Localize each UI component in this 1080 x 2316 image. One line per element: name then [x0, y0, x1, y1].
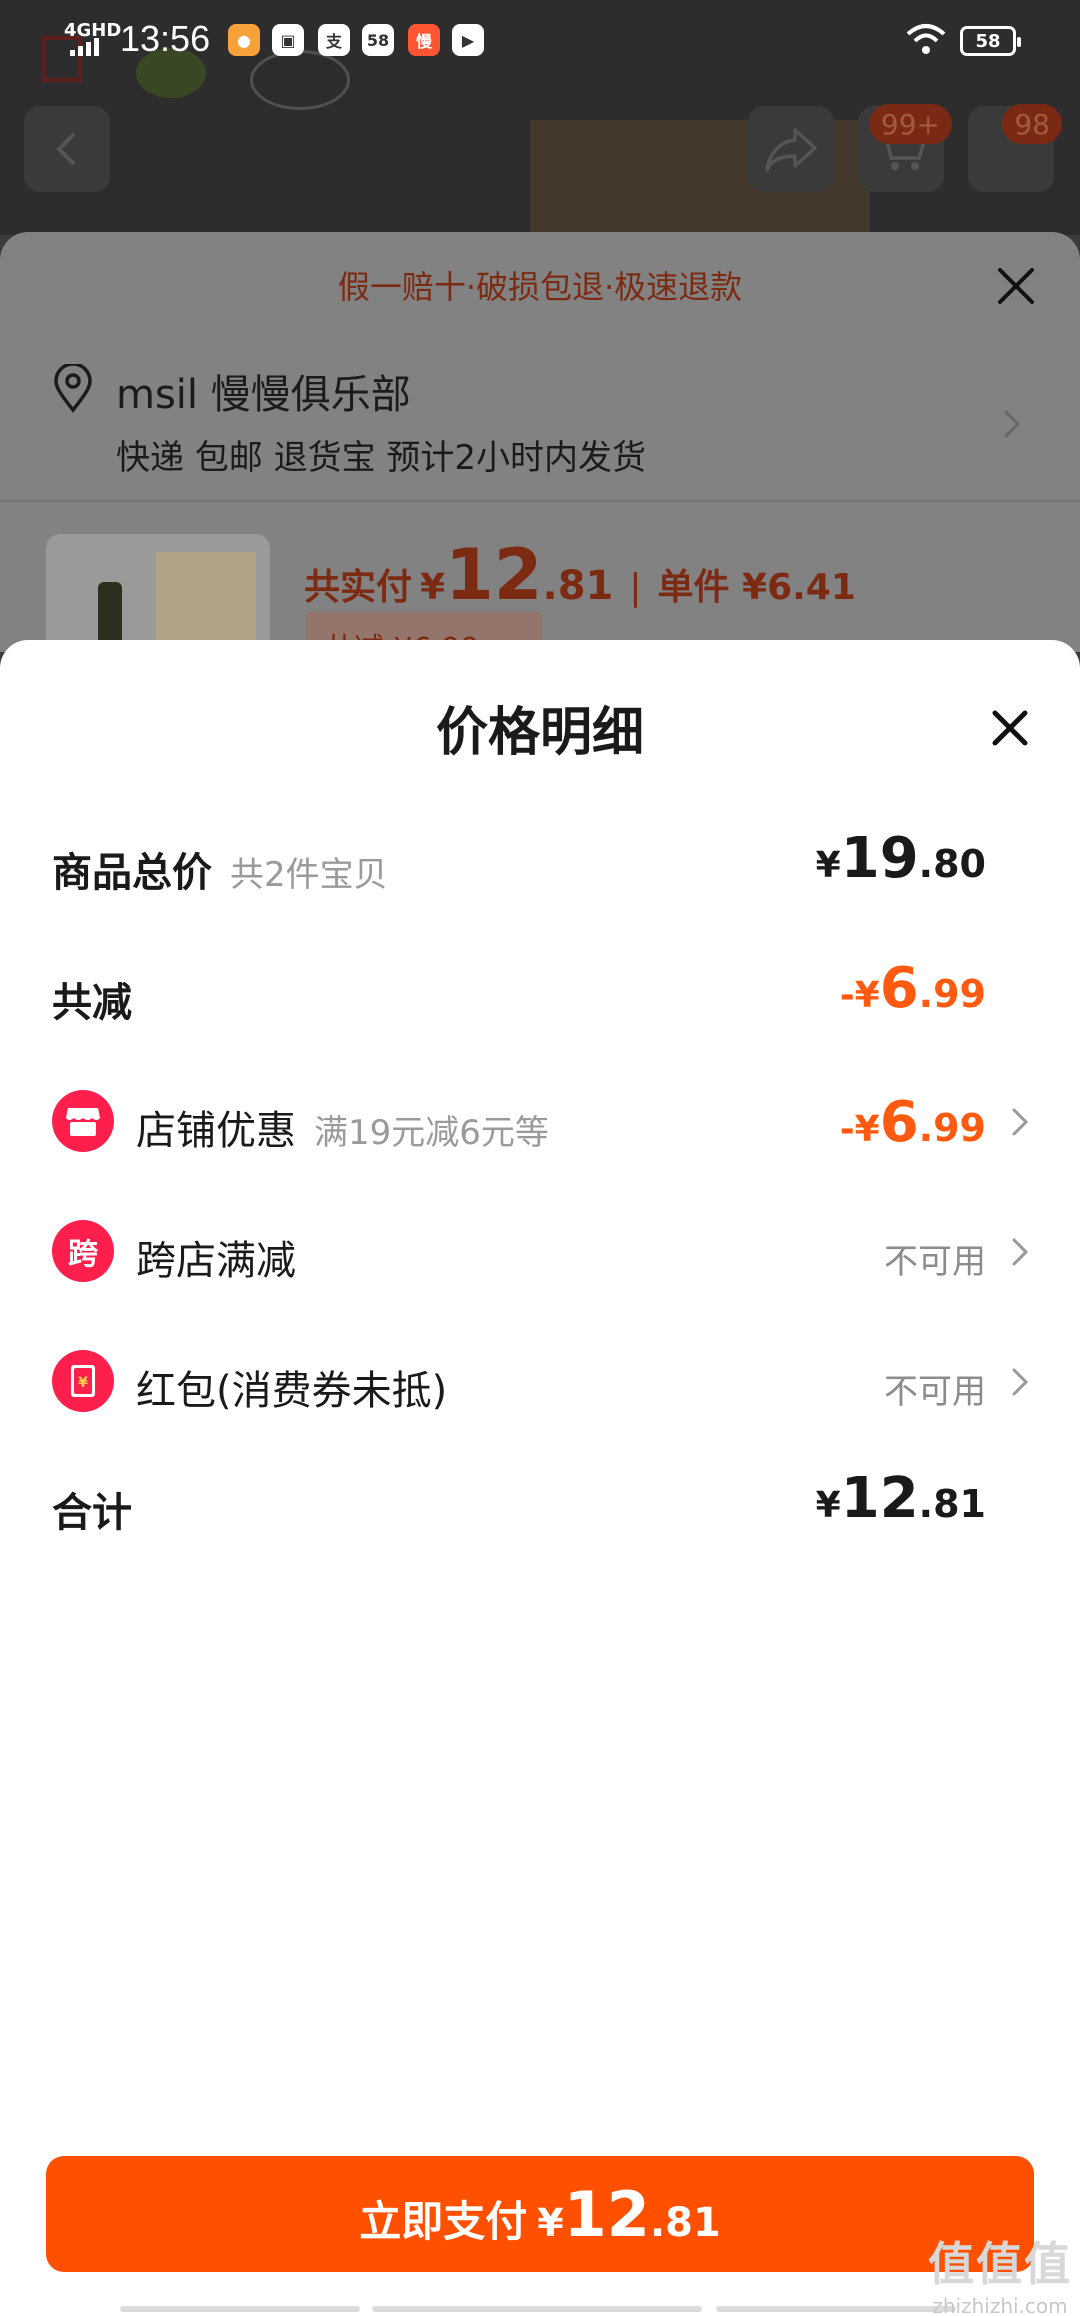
divider: [0, 500, 1080, 502]
pay-now-label: 立即支付: [359, 2197, 528, 2246]
cross-store-row[interactable]: 跨 跨店满减 不可用: [0, 1220, 1080, 1300]
total-reduction-row: 共减 -¥ 6 .99: [0, 956, 1080, 1036]
site-watermark: 值值值 zhizhizhi.com: [928, 2237, 1072, 2316]
alipay-icon: 支: [318, 24, 350, 56]
wifi-icon: [906, 24, 946, 54]
shop-promo-label: 店铺优惠 满19元减6元等: [136, 1108, 549, 1154]
more-button[interactable]: 98: [968, 104, 1062, 192]
shop-promo-row[interactable]: 店铺优惠 满19元减6元等 -¥ 6 .99: [0, 1090, 1080, 1170]
app-manman-icon: 慢: [408, 24, 440, 56]
sheet-title: 价格明细: [435, 703, 644, 763]
goods-total-row: 商品总价 共2件宝贝 ¥ 19 .80: [0, 826, 1080, 906]
chevron-right-icon[interactable]: [1000, 406, 1024, 442]
clock: 13:56: [120, 18, 211, 59]
cart-count-badge: 99+: [868, 104, 952, 144]
bottom-indicator: [0, 2300, 1080, 2316]
shop-promo-rule: 满19元减6元等: [314, 1113, 549, 1153]
close-button[interactable]: [984, 702, 1036, 754]
delivery-info: 快递 包邮 退货宝 预计2小时内发货: [116, 438, 647, 478]
shop-promo-amount: -¥ 6 .99: [839, 1090, 986, 1155]
app-58-icon: 58: [362, 24, 394, 56]
grand-total-amount: ¥ 12 .81: [815, 1466, 986, 1531]
share-button[interactable]: [748, 106, 834, 192]
grand-total-label: 合计: [52, 1490, 132, 1536]
payable-summary: 共实付 ¥ 12 .81 | 单件 ¥6.41: [304, 534, 856, 616]
message-count-badge: 98: [1002, 104, 1062, 144]
location-pin-icon: [54, 364, 92, 413]
chevron-right-icon: [1012, 1368, 1029, 1396]
red-packet-icon: ¥: [52, 1350, 114, 1412]
back-button[interactable]: [24, 106, 110, 192]
cross-store-icon: 跨: [52, 1220, 114, 1282]
svg-text:¥: ¥: [78, 1375, 88, 1391]
close-icon[interactable]: [992, 262, 1040, 310]
share-icon: [765, 128, 817, 172]
cart-button[interactable]: 99+: [858, 104, 952, 192]
cross-store-status: 不可用: [884, 1242, 986, 1282]
cross-store-label: 跨店满减: [136, 1238, 296, 1284]
red-packet-label: 红包(消费券未抵): [136, 1368, 448, 1414]
signal-icon: [70, 38, 110, 56]
price-detail-sheet: 价格明细 商品总价 共2件宝贝 ¥ 19 .80 共减 -¥ 6 .99 店铺优…: [0, 640, 1080, 2316]
red-packet-row[interactable]: ¥ 红包(消费券未抵) 不可用: [0, 1350, 1080, 1430]
address-receiver[interactable]: msil 慢慢俱乐部: [116, 362, 411, 420]
item-count: 共2件宝贝: [230, 855, 388, 895]
close-icon: [992, 710, 1028, 746]
goods-total-amount: ¥ 19 .80: [815, 826, 986, 891]
chevron-left-icon: [56, 133, 75, 165]
total-reduction-amount: -¥ 6 .99: [839, 956, 986, 1021]
pay-now-button[interactable]: 立即支付 ¥ 12 .81: [46, 2156, 1034, 2272]
grand-total-row: 合计 ¥ 12 .81: [0, 1466, 1080, 1546]
chevron-right-icon: [1012, 1238, 1029, 1266]
app-game-icon: ●: [228, 24, 260, 56]
goods-total-label: 商品总价 共2件宝贝: [52, 850, 388, 896]
app-play-icon: ▶: [452, 24, 484, 56]
red-packet-status: 不可用: [884, 1372, 986, 1412]
battery-icon: 58: [960, 26, 1021, 56]
guarantee-banner: 假一赔十·破损包退·极速退款: [337, 268, 743, 306]
chevron-right-icon: [1012, 1108, 1029, 1136]
app-bili-icon: ▣: [272, 24, 304, 56]
status-bar: 4GHD 13:56 ● ▣ 支 58 慢 ▶ 58: [0, 0, 1080, 84]
shop-icon: [52, 1090, 114, 1152]
total-reduction-label: 共减: [52, 980, 132, 1026]
